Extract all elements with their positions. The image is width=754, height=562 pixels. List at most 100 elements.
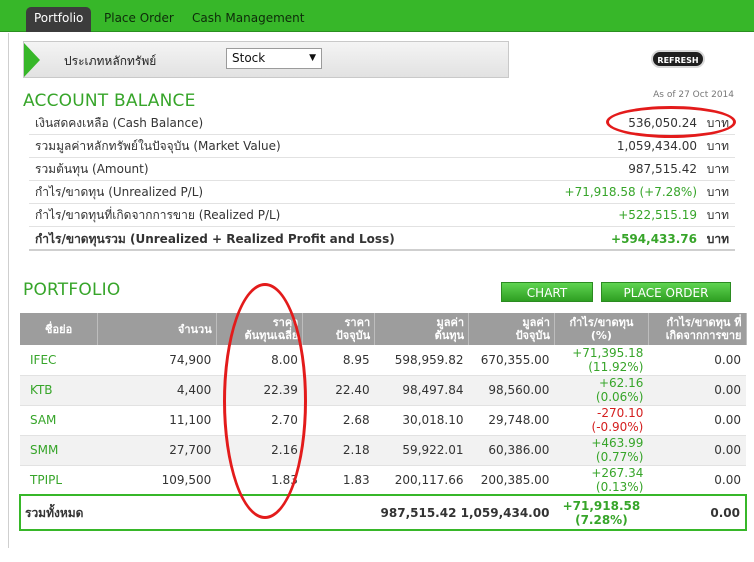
cell-market-value: 29,748.00	[468, 405, 555, 436]
cell-pl: +71,395.18 (11.92%)	[554, 345, 649, 376]
col-header-last-price: ราคา ปัจจุบัน	[302, 313, 376, 345]
cell-market-value: 670,355.00	[468, 345, 555, 376]
arrow-icon	[24, 43, 40, 77]
cell-pl: +62.16 (0.06%)	[554, 375, 649, 406]
portfolio-page: ประเภทหลักทรัพย์ Stock ▼ REFRESH ACCOUNT…	[8, 33, 754, 548]
dropdown-arrow-icon: ▼	[309, 53, 316, 63]
cell-realized: 0.00	[648, 465, 746, 496]
pl-amount: +267.34	[591, 465, 644, 480]
table-row[interactable]: KTB 4,400 22.39 22.40 98,497.84 98,560.0…	[20, 375, 746, 406]
portfolio-table: ชื่อย่อ จำนวน ราคา ต้นทุนเฉลี่ย ราคา ปัจจุ…	[19, 313, 747, 531]
cell-symbol[interactable]: TPIPL	[20, 465, 98, 496]
balance-label: เงินสดคงเหลือ (Cash Balance)	[35, 116, 204, 130]
cell-qty: 27,700	[97, 435, 217, 466]
table-row[interactable]: TPIPL 109,500 1.83 1.83 200,117.66 200,3…	[20, 465, 746, 496]
pl-percent: (-0.90%)	[591, 420, 644, 434]
cell-symbol[interactable]: SAM	[20, 405, 98, 436]
table-header-row: ชื่อย่อ จำนวน ราคา ต้นทุนเฉลี่ย ราคา ปัจจุ…	[20, 313, 747, 345]
summary-row: รวมทั้งหมด 987,515.42 1,059,434.00 +71,9…	[19, 494, 747, 531]
place-order-button[interactable]: PLACE ORDER	[601, 282, 731, 302]
security-type-filter-bar: ประเภทหลักทรัพย์ Stock ▼	[23, 41, 509, 78]
table-row[interactable]: SMM 27,700 2.16 2.18 59,922.01 60,386.00…	[20, 435, 746, 466]
col-header-market-value: มูลค่า ปัจจุบัน	[468, 313, 555, 345]
balance-label: รวมมูลค่าหลักทรัพย์ในปัจจุบัน (Market Va…	[35, 139, 281, 153]
cell-symbol[interactable]: IFEC	[20, 345, 98, 376]
cell-cost-value: 30,018.10	[374, 405, 469, 436]
tab-place-order[interactable]: Place Order	[96, 8, 182, 32]
pl-amount: +62.16	[598, 376, 644, 390]
account-balance-title: ACCOUNT BALANCE	[23, 91, 196, 111]
chart-button[interactable]: CHART	[501, 282, 593, 302]
pl-percent: (0.06%)	[595, 390, 644, 404]
cell-pl: +267.34 (0.13%)	[554, 465, 649, 496]
balance-value: +594,433.76	[611, 232, 697, 246]
cell-market-value: 200,385.00	[468, 465, 555, 496]
balance-row-total-pl: กำไร/ขาดทุนรวม (Unrealized + Realized Pr…	[29, 227, 735, 251]
pl-percent: (0.13%)	[595, 479, 644, 494]
cell-cost-value: 98,497.84	[374, 375, 469, 406]
balance-label: กำไร/ขาดทุน (Unrealized P/L)	[35, 185, 204, 199]
summary-pl: +71,918.58 (7.28%)	[554, 494, 649, 531]
col-header-pl-pct: กำไร/ขาดทุน (%)	[554, 313, 649, 345]
security-type-label: ประเภทหลักทรัพย์	[64, 54, 157, 68]
cell-cost-value: 200,117.66	[374, 465, 469, 496]
pl-amount: +71,395.18	[572, 345, 644, 360]
cell-last-price: 22.40	[302, 375, 375, 406]
balance-unit: บาท	[706, 208, 729, 222]
cell-qty: 11,100	[97, 405, 217, 436]
highlight-oval	[223, 283, 307, 519]
col-header-realized: กำไร/ขาดทุน ที่ เกิดจากการขาย	[648, 313, 747, 345]
summary-realized: 0.00	[648, 494, 747, 531]
balance-label: กำไร/ขาดทุนที่เกิดจากการขาย (Realized P/…	[35, 208, 281, 222]
table-row[interactable]: IFEC 74,900 8.00 8.95 598,959.82 670,355…	[20, 345, 746, 376]
balance-row-amount: รวมต้นทุน (Amount) 987,515.42 บาท	[29, 158, 735, 181]
balance-value: 1,059,434.00	[616, 139, 697, 153]
cell-qty: 109,500	[97, 465, 217, 496]
cell-last-price: 2.18	[302, 435, 375, 466]
security-type-select[interactable]: Stock ▼	[226, 48, 322, 69]
cell-symbol[interactable]: SMM	[20, 435, 98, 466]
tab-cash-management[interactable]: Cash Management	[184, 8, 312, 32]
balance-value: 987,515.42	[628, 162, 697, 176]
cell-qty: 74,900	[97, 345, 217, 376]
cell-qty: 4,400	[97, 375, 217, 406]
cell-realized: 0.00	[648, 345, 746, 376]
summary-cost-market: 987,515.42 1,059,434.00	[374, 494, 555, 531]
balance-value: +522,515.19	[618, 208, 697, 222]
col-header-symbol: ชื่อย่อ	[20, 313, 99, 345]
pl-amount: -270.10	[597, 406, 644, 420]
cell-market-value: 98,560.00	[468, 375, 555, 406]
cell-last-price: 2.68	[302, 405, 375, 436]
cell-realized: 0.00	[648, 435, 746, 466]
cell-pl: -270.10 (-0.90%)	[554, 405, 649, 436]
cell-last-price: 8.95	[302, 345, 375, 376]
cell-pl: +463.99 (0.77%)	[554, 435, 649, 466]
refresh-button[interactable]: REFRESH	[651, 50, 705, 68]
col-header-qty: จำนวน	[97, 313, 217, 345]
summary-label: รวมทั้งหมด	[19, 494, 98, 531]
summary-pl-percent: (7.28%)	[575, 512, 628, 527]
summary-pl-amount: +71,918.58	[562, 498, 641, 513]
cell-cost-value: 59,922.01	[374, 435, 469, 466]
security-type-selected: Stock	[232, 51, 266, 65]
balance-value: +71,918.58 (+7.28%)	[564, 185, 697, 199]
col-header-cost-value: มูลค่า ต้นทุน	[374, 313, 469, 345]
cell-cost-value: 598,959.82	[374, 345, 469, 376]
balance-row-market-value: รวมมูลค่าหลักทรัพย์ในปัจจุบัน (Market Va…	[29, 135, 735, 158]
pl-percent: (0.77%)	[595, 450, 644, 464]
as-of-date: As of 27 Oct 2014	[653, 90, 734, 100]
pl-amount: +463.99	[591, 436, 644, 450]
balance-label: กำไร/ขาดทุนรวม (Unrealized + Realized Pr…	[35, 232, 395, 246]
top-nav: Portfolio Place Order Cash Management	[0, 0, 754, 32]
highlight-oval	[606, 106, 736, 138]
balance-row-unrealized-pl: กำไร/ขาดทุน (Unrealized P/L) +71,918.58 …	[29, 181, 735, 204]
cell-last-price: 1.83	[302, 465, 375, 496]
balance-unit: บาท	[706, 162, 729, 176]
table-row[interactable]: SAM 11,100 2.70 2.68 30,018.10 29,748.00…	[20, 405, 746, 436]
balance-unit: บาท	[706, 139, 729, 153]
balance-unit: บาท	[706, 185, 729, 199]
balance-label: รวมต้นทุน (Amount)	[35, 162, 149, 176]
cell-realized: 0.00	[648, 405, 746, 436]
cell-symbol[interactable]: KTB	[20, 375, 98, 406]
tab-portfolio[interactable]: Portfolio	[26, 7, 92, 32]
